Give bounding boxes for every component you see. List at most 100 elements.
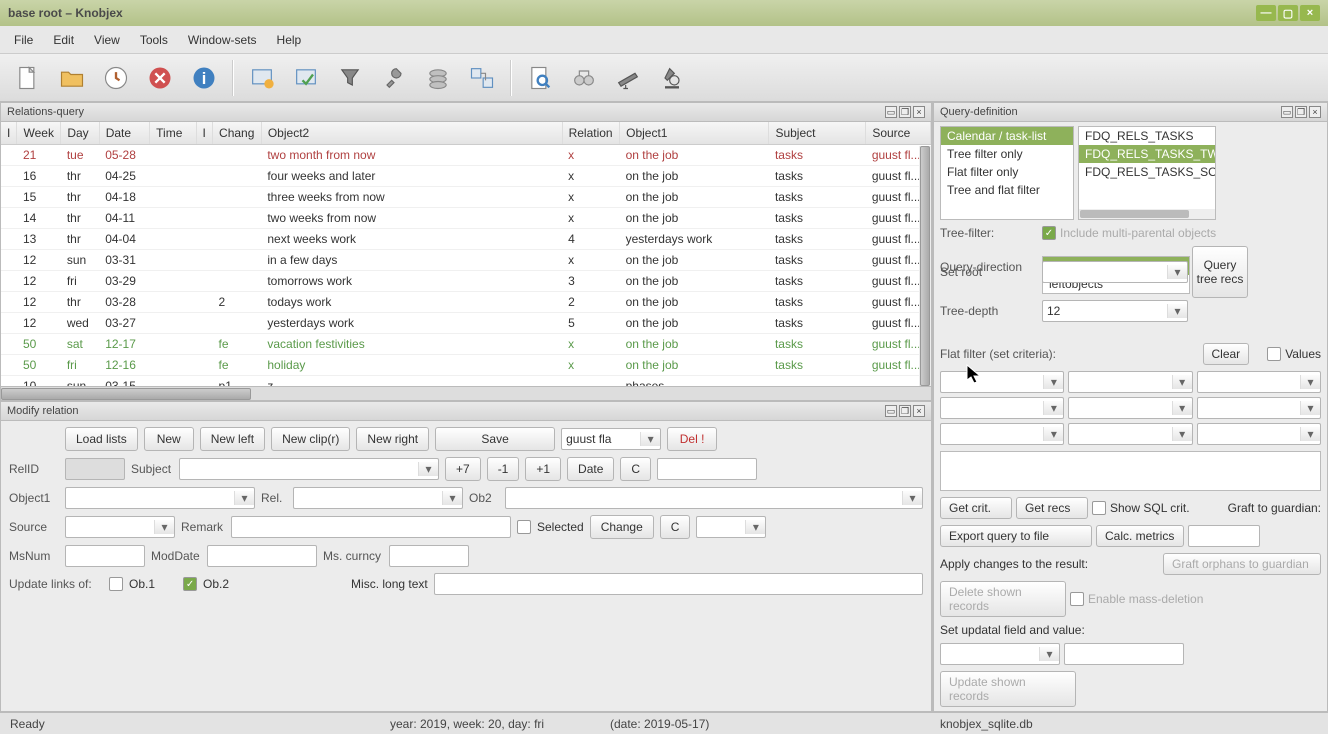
ob2-checkbox[interactable]: ✓ [183,577,197,591]
tools-icon[interactable] [374,59,414,97]
col-object2[interactable]: Object2 [261,122,562,145]
setroot-dropdown[interactable]: ▾ [1042,261,1188,283]
col-chang[interactable]: Chang [213,122,262,145]
ob2-dropdown[interactable]: ▾ [505,487,923,509]
values-checkbox[interactable] [1267,347,1281,361]
new-doc-icon[interactable] [8,59,48,97]
col-object1[interactable]: Object1 [620,122,769,145]
col-week[interactable]: Week [17,122,61,145]
list-item[interactable]: FDQ_RELS_TASKS [1079,127,1215,145]
panel-close-icon[interactable]: × [913,106,925,118]
source-dropdown[interactable]: ▾ [65,516,175,538]
clear-button[interactable]: Clear [1203,343,1250,365]
col-date[interactable]: Date [99,122,149,145]
table-row[interactable]: 12wed03-27yesterdays work5on the jobtask… [1,313,931,334]
c2-button[interactable]: C [660,515,691,539]
plus7-button[interactable]: +7 [445,457,481,481]
table-row[interactable]: 14thr04-11two weeks from nowxon the jobt… [1,208,931,229]
grid-vscroll[interactable] [919,146,931,386]
microscope-icon[interactable] [652,59,692,97]
menu-view[interactable]: View [84,29,130,51]
crit-dropdown[interactable]: ▾ [940,371,1064,393]
criteria-text[interactable] [940,451,1321,491]
guardian-input[interactable] [1188,525,1260,547]
panel-min-icon[interactable]: ▭ [885,405,897,417]
query-name-list[interactable]: FDQ_RELS_TASKS FDQ_RELS_TASKS_TWOWE FDQ_… [1078,126,1216,220]
msnum-input[interactable] [65,545,145,567]
menu-file[interactable]: File [4,29,43,51]
col-i2[interactable]: I [196,122,212,145]
new-table-icon[interactable] [242,59,282,97]
link-icon[interactable] [462,59,502,97]
list-item[interactable]: Tree and flat filter [941,181,1073,199]
rel-dropdown[interactable]: ▾ [293,487,463,509]
table-row[interactable]: 12sun03-31in a few daysxon the jobtasksg… [1,250,931,271]
filter-icon[interactable] [330,59,370,97]
menu-edit[interactable]: Edit [43,29,84,51]
crit-dropdown[interactable]: ▾ [1197,371,1321,393]
check-table-icon[interactable] [286,59,326,97]
menu-window-sets[interactable]: Window-sets [178,29,267,51]
search-doc-icon[interactable] [520,59,560,97]
get-crit-button[interactable]: Get crit. [940,497,1012,519]
minimize-button[interactable]: — [1256,5,1276,21]
calc-metrics-button[interactable]: Calc. metrics [1096,525,1184,547]
object1-dropdown[interactable]: ▾ [65,487,255,509]
new-right-button[interactable]: New right [356,427,429,451]
subject-dropdown[interactable]: ▾ [179,458,439,480]
panel-min-icon[interactable]: ▭ [885,106,897,118]
crit-dropdown[interactable]: ▾ [1068,423,1192,445]
table-row[interactable]: 21tue05-28two month from nowxon the jobt… [1,145,931,166]
query-type-list[interactable]: Calendar / task-list Tree filter only Fl… [940,126,1074,220]
list-item[interactable]: Calendar / task-list [941,127,1073,145]
remark-input[interactable] [231,516,511,538]
grid-hscroll[interactable] [1,386,931,400]
info-icon[interactable]: i [184,59,224,97]
new-clip-button[interactable]: New clip(r) [271,427,350,451]
change-dropdown[interactable]: ▾ [696,516,766,538]
date-button[interactable]: Date [567,457,614,481]
treedepth-dropdown[interactable]: 12▾ [1042,300,1188,322]
panel-restore-icon[interactable]: ❐ [899,106,911,118]
col-source[interactable]: Source [866,122,931,145]
col-day[interactable]: Day [61,122,99,145]
panel-close-icon[interactable]: × [1309,106,1321,118]
binoculars-icon[interactable] [564,59,604,97]
telescope-icon[interactable] [608,59,648,97]
user-dropdown[interactable]: guust fla▾ [561,428,661,450]
disk-stack-icon[interactable] [418,59,458,97]
table-row[interactable]: 12fri03-29tomorrows work3on the jobtasks… [1,271,931,292]
col-i1[interactable]: I [1,122,17,145]
save-button[interactable]: Save [435,427,555,451]
close-button[interactable]: × [1300,5,1320,21]
cancel-icon[interactable] [140,59,180,97]
crit-dropdown[interactable]: ▾ [1068,397,1192,419]
crit-dropdown[interactable]: ▾ [1068,371,1192,393]
table-row[interactable]: 12thr03-282todays work2on the jobtasksgu… [1,292,931,313]
delete-shown-button[interactable]: Delete shown records [940,581,1066,617]
c-button[interactable]: C [620,457,651,481]
include-mpo-checkbox[interactable]: ✓ [1042,226,1056,240]
updatal-field-dropdown[interactable]: ▾ [940,643,1060,665]
open-folder-icon[interactable] [52,59,92,97]
panel-close-icon[interactable]: × [913,405,925,417]
table-row[interactable]: 15thr04-18three weeks from nowxon the jo… [1,187,931,208]
col-subject[interactable]: Subject [769,122,866,145]
list-item[interactable]: Tree filter only [941,145,1073,163]
menu-help[interactable]: Help [267,29,312,51]
new-button[interactable]: New [144,427,194,451]
panel-min-icon[interactable]: ▭ [1281,106,1293,118]
showsql-checkbox[interactable] [1092,501,1106,515]
table-row[interactable]: 50sat12-17fevacation festivitiesxon the … [1,334,931,355]
plus1-button[interactable]: +1 [525,457,561,481]
list-item[interactable]: FDQ_RELS_TASKS_SOMEDA [1079,163,1215,181]
menu-tools[interactable]: Tools [130,29,178,51]
graft-orphans-button[interactable]: Graft orphans to guardian [1163,553,1321,575]
get-recs-button[interactable]: Get recs [1016,497,1088,519]
table-row[interactable]: 13thr04-04next weeks work4yesterdays wor… [1,229,931,250]
moddate-input[interactable] [207,545,317,567]
panel-restore-icon[interactable]: ❐ [1295,106,1307,118]
load-lists-button[interactable]: Load lists [65,427,138,451]
col-time[interactable]: Time [150,122,196,145]
mscurncy-input[interactable] [389,545,469,567]
